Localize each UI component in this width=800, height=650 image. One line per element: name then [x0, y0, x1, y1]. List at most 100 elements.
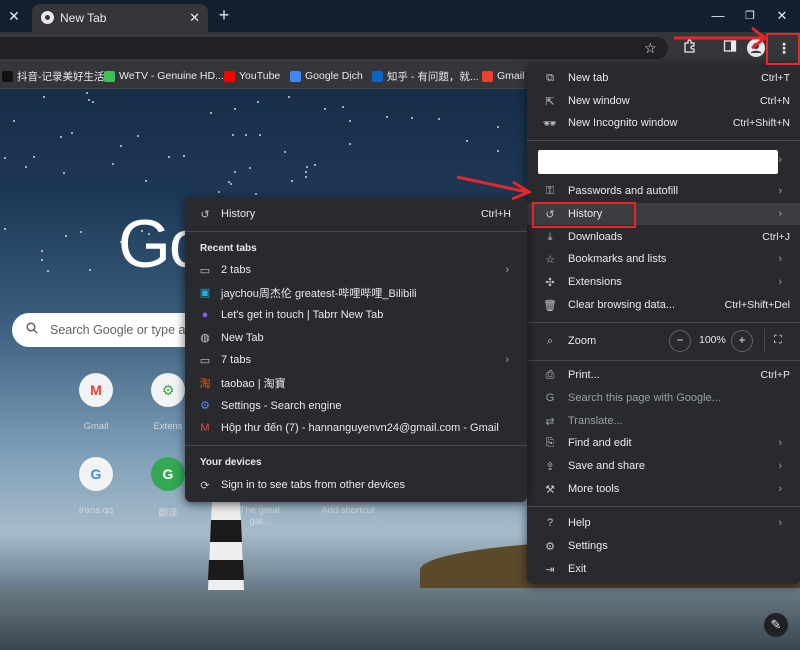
google-translate-icon: G: [79, 457, 113, 491]
wetv-icon: [104, 70, 115, 82]
star-decoration: [411, 116, 414, 119]
chrome-main-menu: ⧉ New tab Ctrl+T ⇱ New window Ctrl+N 🕶 N…: [527, 64, 800, 584]
menu-label: Find and edit: [568, 437, 632, 449]
menu-item-print[interactable]: ⎙ Print... Ctrl+P: [527, 364, 800, 386]
menu-item-sign-in[interactable]: ⟳ Sign in to see tabs from other devices: [185, 474, 527, 496]
menu-label: New tab: [568, 72, 609, 84]
shortcut-tile[interactable]: G trans qq: [66, 457, 126, 516]
menu-item-help[interactable]: ? Help ›: [527, 512, 800, 534]
download-icon: ⤓: [547, 230, 553, 243]
fullscreen-icon[interactable]: ⛶: [774, 334, 782, 347]
menu-separator: [527, 360, 800, 361]
bookmark-item[interactable]: Google Dịch: [290, 68, 363, 84]
close-icon[interactable]: ✕: [6, 8, 22, 24]
menu-shortcut: Ctrl+Shift+N: [732, 117, 790, 129]
chevron-right-icon: ›: [778, 517, 782, 529]
youtube-icon: [224, 70, 235, 82]
menu-item-translate[interactable]: ⇄ Translate...: [527, 410, 800, 432]
menu-item-new-incognito[interactable]: 🕶 New Incognito window Ctrl+Shift+N: [527, 112, 800, 134]
recent-tab-item[interactable]: ◍ New Tab: [185, 327, 527, 349]
shortcut-label: Extens: [153, 421, 183, 432]
menu-item-new-tab[interactable]: ⧉ New tab Ctrl+T: [527, 67, 800, 89]
menu-item-history-page[interactable]: ↺ History Ctrl+H: [185, 203, 527, 225]
recent-tab-item[interactable]: M Hộp thư đến (7) - hannanguyenvn24@gmail…: [185, 417, 527, 439]
recent-tab-item[interactable]: ▭ 7 tabs ›: [185, 349, 527, 371]
toolbox-icon: ⚒: [545, 483, 555, 496]
star-decoration: [87, 98, 90, 101]
search-icon: [26, 322, 38, 337]
menu-item-save-share[interactable]: ⇪ Save and share ›: [527, 455, 800, 477]
menu-item-new-window[interactable]: ⇱ New window Ctrl+N: [527, 90, 800, 112]
ntp-search-box[interactable]: Search Google or type a U: [12, 313, 212, 347]
address-bar[interactable]: [0, 37, 668, 59]
menu-separator: [527, 140, 800, 141]
google-translate-icon: [290, 70, 301, 82]
menu-label: Let's get in touch | Tabrr New Tab: [221, 309, 384, 322]
new-tab-icon: ⧉: [546, 71, 554, 84]
menu-separator: [185, 445, 527, 446]
tab-new-tab[interactable]: New Tab ✕: [32, 4, 208, 32]
bookmark-item[interactable]: YouTube: [224, 68, 280, 84]
bookmark-item[interactable]: 知乎 - 有问题，就...: [372, 68, 479, 84]
menu-item-passwords[interactable]: ⚿ Passwords and autofill ›: [527, 180, 800, 202]
menu-item-more-tools[interactable]: ⚒ More tools ›: [527, 478, 800, 500]
menu-label: 7 tabs: [221, 354, 251, 367]
star-decoration: [79, 231, 82, 234]
chevron-right-icon: ›: [778, 276, 782, 288]
menu-label: 2 tabs: [221, 264, 251, 276]
shortcut-tile[interactable]: G 翻译: [148, 457, 188, 519]
gmail-icon: [482, 70, 493, 82]
star-decoration: [24, 166, 27, 169]
bookmark-item[interactable]: WeTV - Genuine HD...: [104, 68, 224, 84]
zoom-in-button[interactable]: +: [731, 330, 753, 352]
star-icon: ☆: [545, 253, 555, 266]
menu-label: Save and share: [568, 460, 646, 472]
menu-item-extensions[interactable]: ✣ Extensions ›: [527, 271, 800, 293]
bookmark-item[interactable]: Gmail: [482, 68, 524, 84]
google-translate-icon: G: [151, 457, 185, 491]
printer-icon: ⎙: [545, 368, 555, 381]
menu-label: Sign in to see tabs from other devices: [221, 479, 406, 491]
bookmark-star-icon[interactable]: ☆: [644, 40, 657, 57]
star-decoration: [42, 95, 45, 98]
zoom-out-button[interactable]: −: [669, 330, 691, 352]
menu-label: Passwords and autofill: [568, 185, 679, 197]
close-icon[interactable]: ✕: [189, 10, 200, 26]
menu-item-bookmarks[interactable]: ☆ Bookmarks and lists ›: [527, 248, 800, 270]
menu-item-clear-data[interactable]: 🗑 Clear browsing data... Ctrl+Shift+Del: [527, 294, 800, 316]
menu-label: Help: [568, 517, 591, 529]
menu-item-find-edit[interactable]: ⎘ Find and edit ›: [527, 432, 800, 454]
menu-item-search-page[interactable]: G Search this page with Google...: [527, 387, 800, 409]
menu-label: Search this page with Google...: [568, 392, 721, 404]
star-decoration: [3, 156, 6, 159]
bookmark-item[interactable]: 抖音-记录美好生活: [2, 68, 105, 84]
star-decoration: [85, 92, 88, 95]
bilibili-icon: ▣: [199, 287, 211, 300]
menu-item-exit[interactable]: ⇥ Exit: [527, 558, 800, 580]
new-tab-button[interactable]: +: [214, 6, 234, 26]
recent-tabs-header: Recent tabs: [200, 243, 257, 254]
recent-tab-item[interactable]: ⚙ Settings - Search engine: [185, 395, 527, 417]
recent-tab-item[interactable]: ▣ jaychou周杰伦 greatest-哔哩哔哩_Bilibili: [185, 282, 527, 304]
shortcut-tile[interactable]: M Gmail: [66, 373, 126, 432]
recent-tab-item[interactable]: ● Let's get in touch | Tabrr New Tab: [185, 304, 527, 326]
menu-shortcut: Ctrl+P: [760, 369, 790, 381]
recent-tab-item[interactable]: ▭ 2 tabs ›: [185, 259, 527, 281]
menu-label: Print...: [568, 369, 600, 381]
tiktok-icon: [2, 70, 13, 82]
shortcut-tile[interactable]: ⚙ Extens: [148, 373, 188, 432]
highlight-box-history: [532, 202, 636, 228]
recent-tab-item[interactable]: 淘 taobao | 淘寶: [185, 372, 527, 394]
menu-separator: [527, 506, 800, 507]
menu-item-downloads[interactable]: ⤓ Downloads Ctrl+J: [527, 226, 800, 248]
menu-item-settings[interactable]: ⚙ Settings: [527, 535, 800, 557]
star-decoration: [12, 119, 15, 122]
chrome-icon: [41, 11, 54, 24]
puzzle-icon: ✣: [545, 276, 555, 289]
star-decoration: [111, 162, 114, 165]
customize-pencil-icon[interactable]: ✎: [764, 613, 788, 637]
star-decoration: [466, 139, 469, 142]
settings-icon: ⚙: [200, 400, 210, 413]
profile-row[interactable]: [538, 150, 778, 174]
window-close-icon[interactable]: ✕: [772, 6, 792, 26]
